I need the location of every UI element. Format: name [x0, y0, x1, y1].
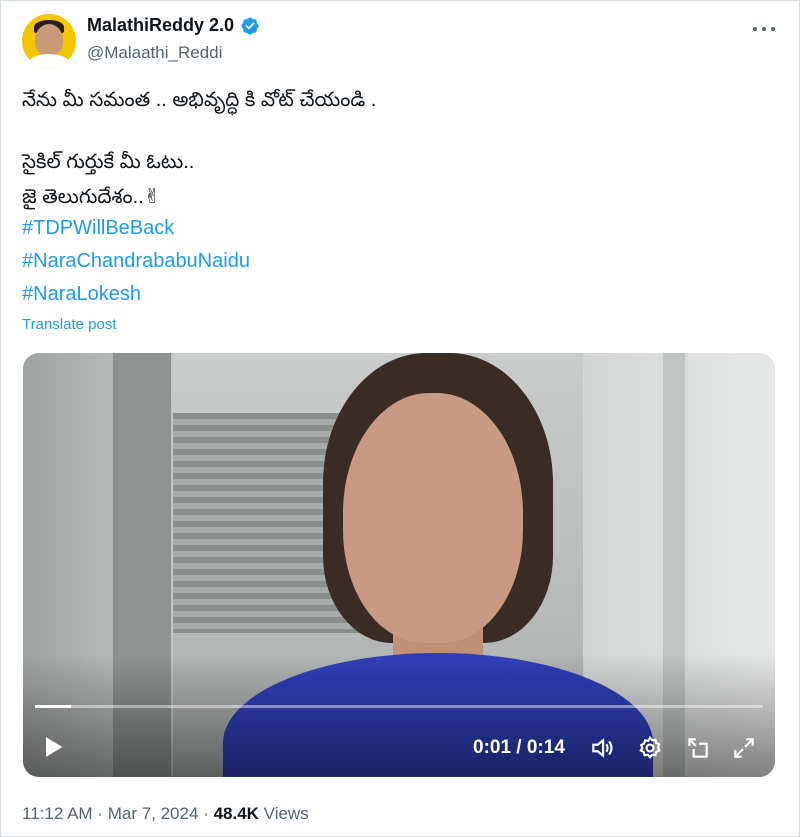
hashtag-tdpwillbeback[interactable]: #TDPWillBeBack — [22, 217, 174, 240]
more-options-icon[interactable] — [749, 19, 779, 39]
post-metadata: 11:12 AM · Mar 7, 2024 · 48.4K Views — [22, 804, 309, 823]
settings-icon[interactable] — [637, 735, 663, 761]
post-date[interactable]: Mar 7, 2024 — [108, 804, 199, 823]
tweet-card: MalathiReddy 2.0 @Malaathi_Reddi నేను మీ… — [0, 0, 800, 837]
verified-badge-icon — [241, 16, 259, 35]
author-handle[interactable]: @Malaathi_Reddi — [87, 43, 222, 63]
fullscreen-icon[interactable] — [731, 735, 757, 761]
views-count: 48.4K — [213, 804, 259, 823]
post-time[interactable]: 11:12 AM — [22, 804, 93, 823]
post-text-line-1: నేను మీ సమంత .. అభివృద్ధి కి వోట్ చేయండి… — [22, 89, 377, 111]
volume-icon[interactable] — [589, 735, 615, 761]
video-time: 0:01 / 0:14 — [473, 737, 565, 758]
post-text-line-2: సైకిల్ గుర్తుకే మీ ఓటు.. — [22, 151, 195, 173]
author-display-name[interactable]: MalathiReddy 2.0 — [87, 15, 234, 36]
post-text-line-3: జై తెలుగుదేశం..✌ — [22, 186, 161, 208]
video-player[interactable]: 0:01 / 0:14 — [23, 353, 775, 777]
video-progress-fill — [35, 705, 72, 708]
translate-post-link[interactable]: Translate post — [22, 316, 117, 333]
hashtag-naralokesh[interactable]: #NaraLokesh — [22, 283, 141, 306]
play-icon[interactable] — [39, 733, 67, 761]
views-label: Views — [263, 804, 309, 823]
avatar[interactable] — [22, 14, 76, 68]
author-name-row[interactable]: MalathiReddy 2.0 — [87, 15, 260, 36]
video-frame-subject — [343, 393, 523, 643]
pip-icon[interactable] — [685, 735, 711, 761]
video-progress-bar[interactable] — [35, 705, 763, 708]
hashtag-narachandrababunaidu[interactable]: #NaraChandrababuNaidu — [22, 250, 250, 273]
